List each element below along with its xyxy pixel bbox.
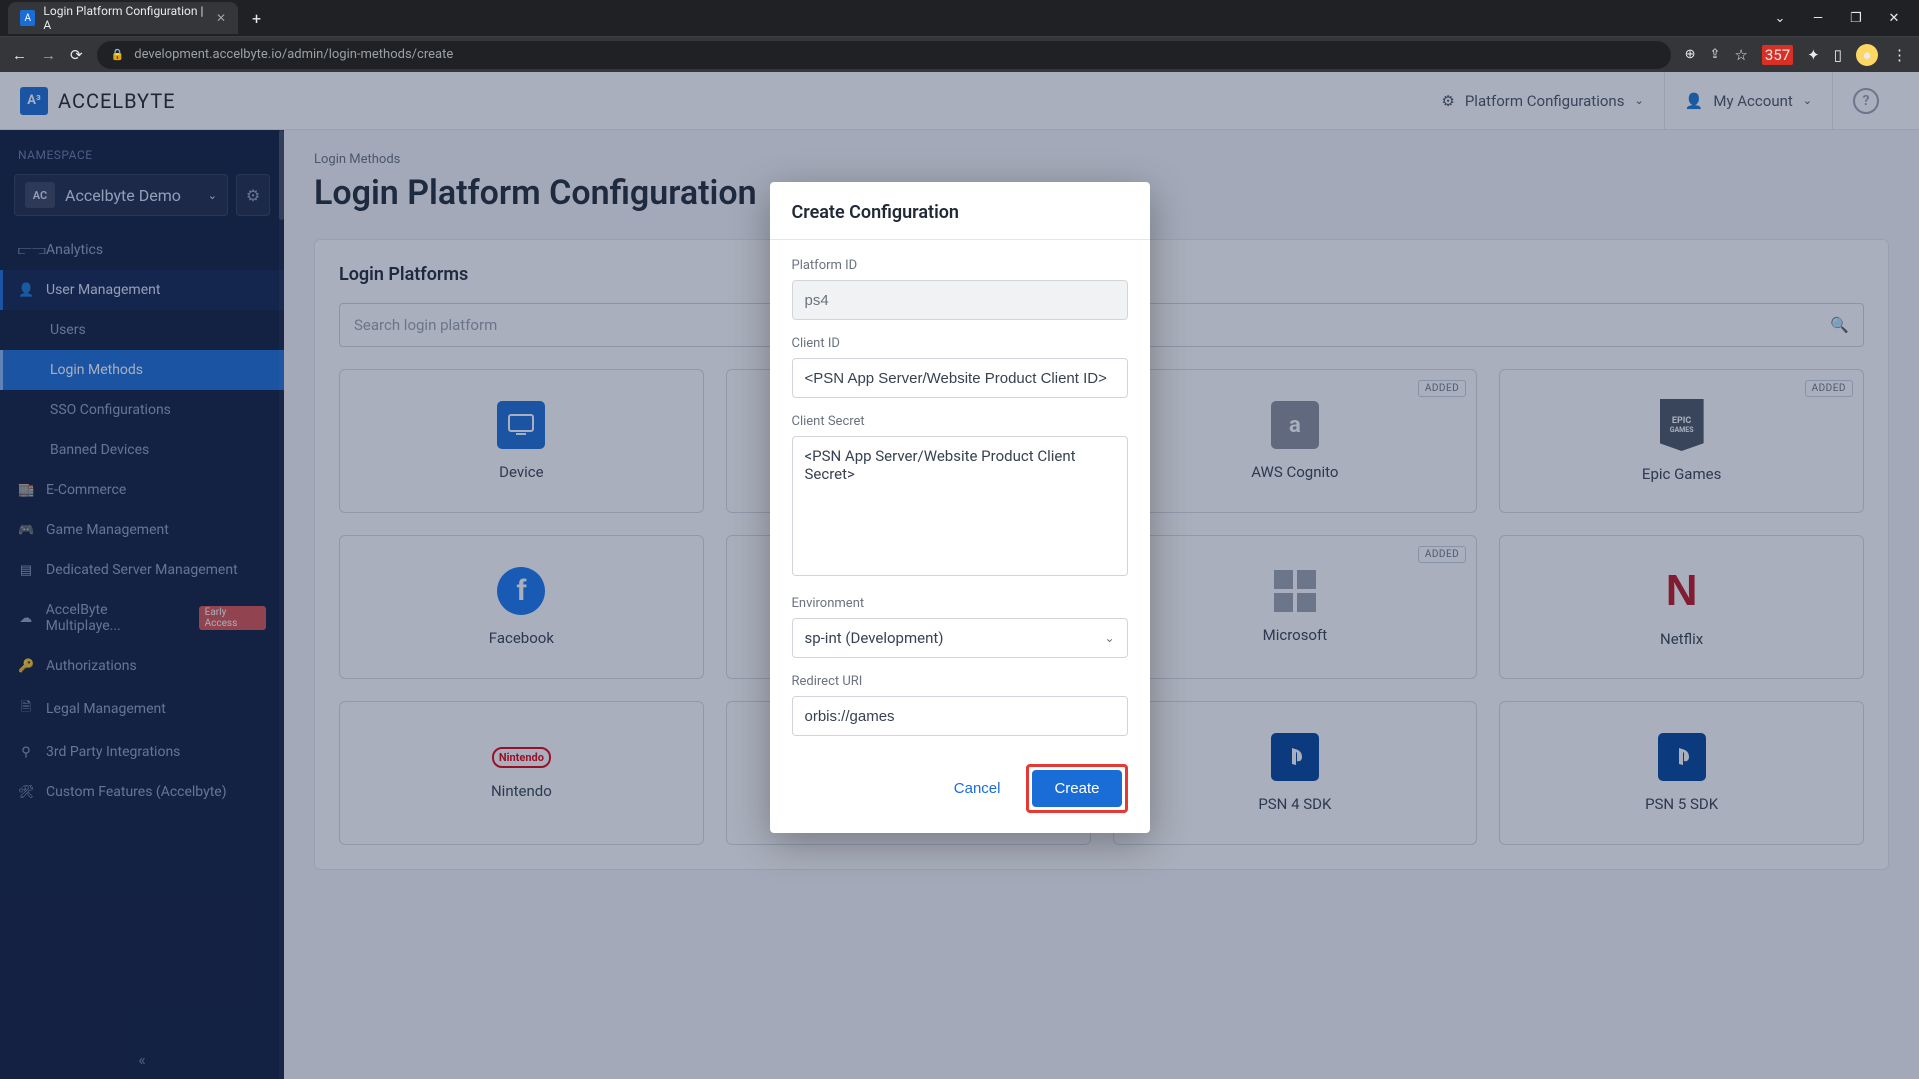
create-configuration-modal: Create Configuration Platform ID Client … — [770, 182, 1150, 833]
create-button[interactable]: Create — [1032, 770, 1121, 807]
minimize-icon[interactable]: ― — [1801, 11, 1835, 26]
app-root: A³ ACCELBYTE ⚙ Platform Configurations ⌄… — [0, 72, 1919, 1079]
url-input[interactable]: 🔒 development.accelbyte.io/admin/login-m… — [97, 41, 1671, 69]
tab-close-icon[interactable]: ✕ — [216, 11, 226, 25]
profile-avatar[interactable]: ● — [1856, 44, 1878, 66]
browser-chrome: A Login Platform Configuration | A ✕ + ⌄… — [0, 0, 1919, 72]
panel-icon[interactable]: ▯ — [1834, 46, 1842, 64]
window-controls: ⌄ ― ❐ ✕ — [1763, 11, 1919, 26]
tab-bar: A Login Platform Configuration | A ✕ + ⌄… — [0, 0, 1919, 36]
redirect-uri-label: Redirect URI — [792, 674, 1128, 689]
browser-tab[interactable]: A Login Platform Configuration | A ✕ — [8, 2, 238, 34]
client-id-label: Client ID — [792, 336, 1128, 351]
cancel-button[interactable]: Cancel — [938, 764, 1017, 813]
modal-title: Create Configuration — [770, 182, 1150, 240]
client-secret-input[interactable] — [792, 436, 1128, 576]
zoom-icon[interactable]: ⊕ — [1685, 47, 1696, 62]
maximize-icon[interactable]: ❐ — [1839, 11, 1873, 26]
client-id-input[interactable] — [792, 358, 1128, 398]
extensions-icon[interactable]: ✦ — [1807, 46, 1820, 64]
toolbar-right-icons: ⊕ ⇪ ☆ 357 ✦ ▯ ● ⋮ — [1685, 44, 1907, 66]
modal-body: Platform ID Client ID Client Secret Envi… — [770, 240, 1150, 760]
address-bar: ← → ⟳ 🔒 development.accelbyte.io/admin/l… — [0, 36, 1919, 72]
close-window-icon[interactable]: ✕ — [1877, 11, 1911, 26]
chevron-down-icon: ⌄ — [1104, 631, 1114, 645]
share-icon[interactable]: ⇪ — [1710, 47, 1721, 62]
extension-badge[interactable]: 357 — [1762, 45, 1793, 65]
forward-icon[interactable]: → — [41, 46, 56, 64]
back-icon[interactable]: ← — [12, 46, 27, 64]
platform-id-input — [792, 280, 1128, 320]
favicon-icon: A — [20, 10, 35, 26]
tab-title: Login Platform Configuration | A — [43, 4, 208, 32]
reload-icon[interactable]: ⟳ — [70, 46, 83, 64]
url-text: development.accelbyte.io/admin/login-met… — [134, 47, 453, 62]
environment-label: Environment — [792, 596, 1128, 611]
lock-icon: 🔒 — [111, 48, 125, 61]
create-button-highlight: Create — [1026, 764, 1127, 813]
environment-value: sp-int (Development) — [805, 629, 944, 647]
platform-id-label: Platform ID — [792, 258, 1128, 273]
environment-select[interactable]: sp-int (Development) ⌄ — [792, 618, 1128, 658]
menu-icon[interactable]: ⋮ — [1892, 46, 1907, 64]
new-tab-button[interactable]: + — [242, 3, 271, 34]
chevron-down-icon[interactable]: ⌄ — [1763, 11, 1797, 26]
redirect-uri-input[interactable] — [792, 696, 1128, 736]
star-icon[interactable]: ☆ — [1734, 46, 1747, 64]
client-secret-label: Client Secret — [792, 414, 1128, 429]
modal-footer: Cancel Create — [770, 760, 1150, 833]
